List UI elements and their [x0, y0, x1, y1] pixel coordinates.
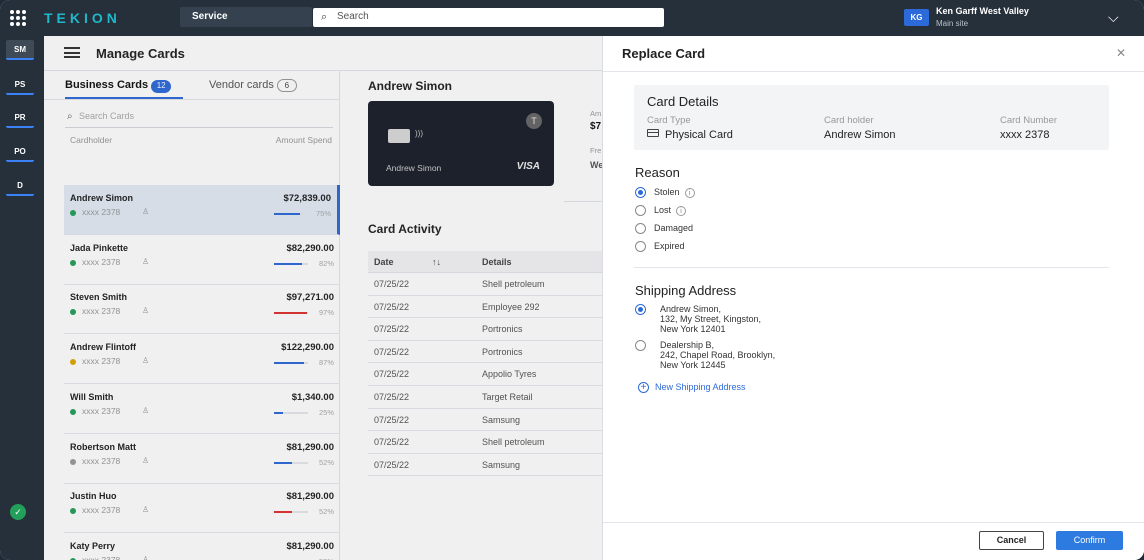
card-type-text: Physical Card: [665, 129, 733, 141]
reason-text: Stolen: [654, 187, 680, 197]
modal-overlay[interactable]: [44, 36, 602, 560]
address-text: Andrew Simon, 132, My Street, Kingston, …: [660, 304, 761, 334]
panel-title: Replace Card: [622, 46, 706, 61]
reason-text: Damaged: [654, 223, 694, 233]
divider: [603, 71, 1144, 72]
card-details-title: Card Details: [647, 94, 719, 109]
card-holder-value: Andrew Simon: [824, 129, 896, 141]
card-number-value: xxxx 2378: [1000, 129, 1050, 141]
dealer-site: Main site: [936, 19, 969, 28]
card-number-label: Card Number: [1000, 115, 1058, 126]
global-search-input[interactable]: ⌕ Search: [313, 8, 664, 27]
reason-text: Expired: [654, 241, 685, 251]
dealer-avatar[interactable]: KG: [904, 9, 929, 26]
chevron-down-icon[interactable]: ⌵: [1108, 9, 1119, 26]
card-type-label: Card Type: [647, 115, 691, 126]
card-details-box: Card Details Card Type Physical Card Car…: [634, 85, 1109, 150]
rail-item-po[interactable]: PO: [6, 142, 34, 162]
radio-unselected[interactable]: [635, 223, 646, 234]
address-line: New York 12445: [660, 360, 726, 370]
left-rail: SM PS PR PO D ✓: [0, 36, 44, 560]
address-line: Andrew Simon,: [660, 304, 722, 314]
new-address-label: New Shipping Address: [655, 382, 746, 392]
credit-card-icon: [647, 129, 659, 137]
reason-label: Lost i: [654, 205, 687, 216]
reason-label: Stolen i: [654, 187, 695, 198]
confirm-button[interactable]: Confirm: [1056, 531, 1123, 550]
address-line: 132, My Street, Kingston,: [660, 314, 762, 324]
top-bar: TEKION Service ⌕ Search KG Ken Garff Wes…: [0, 0, 1144, 36]
close-icon[interactable]: ✕: [1116, 46, 1126, 60]
rail-item-pr[interactable]: PR: [6, 108, 34, 128]
address-line: New York 12401: [660, 324, 726, 334]
shipping-address-title: Shipping Address: [635, 283, 737, 298]
rail-item-d[interactable]: D: [6, 176, 34, 196]
app-frame: TEKION Service ⌕ Search KG Ken Garff Wes…: [0, 0, 1144, 560]
radio-selected[interactable]: [635, 304, 646, 315]
reason-title: Reason: [635, 165, 680, 180]
replace-card-panel: Replace Card ✕ Card Details Card Type Ph…: [602, 36, 1144, 560]
rail-item-sm[interactable]: SM: [6, 40, 34, 60]
dealer-name[interactable]: Ken Garff West Valley: [936, 6, 1029, 16]
info-icon[interactable]: i: [684, 188, 695, 198]
radio-unselected[interactable]: [635, 205, 646, 216]
tekion-logo: TEKION: [44, 10, 121, 26]
card-holder-label: Card holder: [824, 115, 874, 126]
search-icon: ⌕: [321, 11, 328, 23]
divider: [634, 267, 1109, 268]
radio-unselected[interactable]: [635, 241, 646, 252]
radio-selected[interactable]: [635, 187, 646, 198]
check-icon[interactable]: ✓: [10, 504, 26, 520]
rail-item-ps[interactable]: PS: [6, 75, 34, 95]
address-line: Dealership B,: [660, 340, 715, 350]
reason-text: Lost: [654, 205, 672, 215]
info-icon[interactable]: i: [676, 206, 687, 216]
address-text: Dealership B, 242, Chapel Road, Brooklyn…: [660, 340, 775, 370]
card-type-value: Physical Card: [647, 129, 733, 141]
service-selector[interactable]: Service: [180, 7, 312, 27]
new-shipping-address-link[interactable]: + New Shipping Address: [638, 382, 746, 393]
address-line: 242, Chapel Road, Brooklyn,: [660, 350, 776, 360]
search-placeholder: Search: [337, 11, 369, 22]
cancel-button[interactable]: Cancel: [979, 531, 1044, 550]
add-circle-icon: +: [638, 382, 649, 393]
footer-divider: [603, 522, 1144, 523]
radio-unselected[interactable]: [635, 340, 646, 351]
app-launcher-icon[interactable]: [10, 10, 26, 26]
